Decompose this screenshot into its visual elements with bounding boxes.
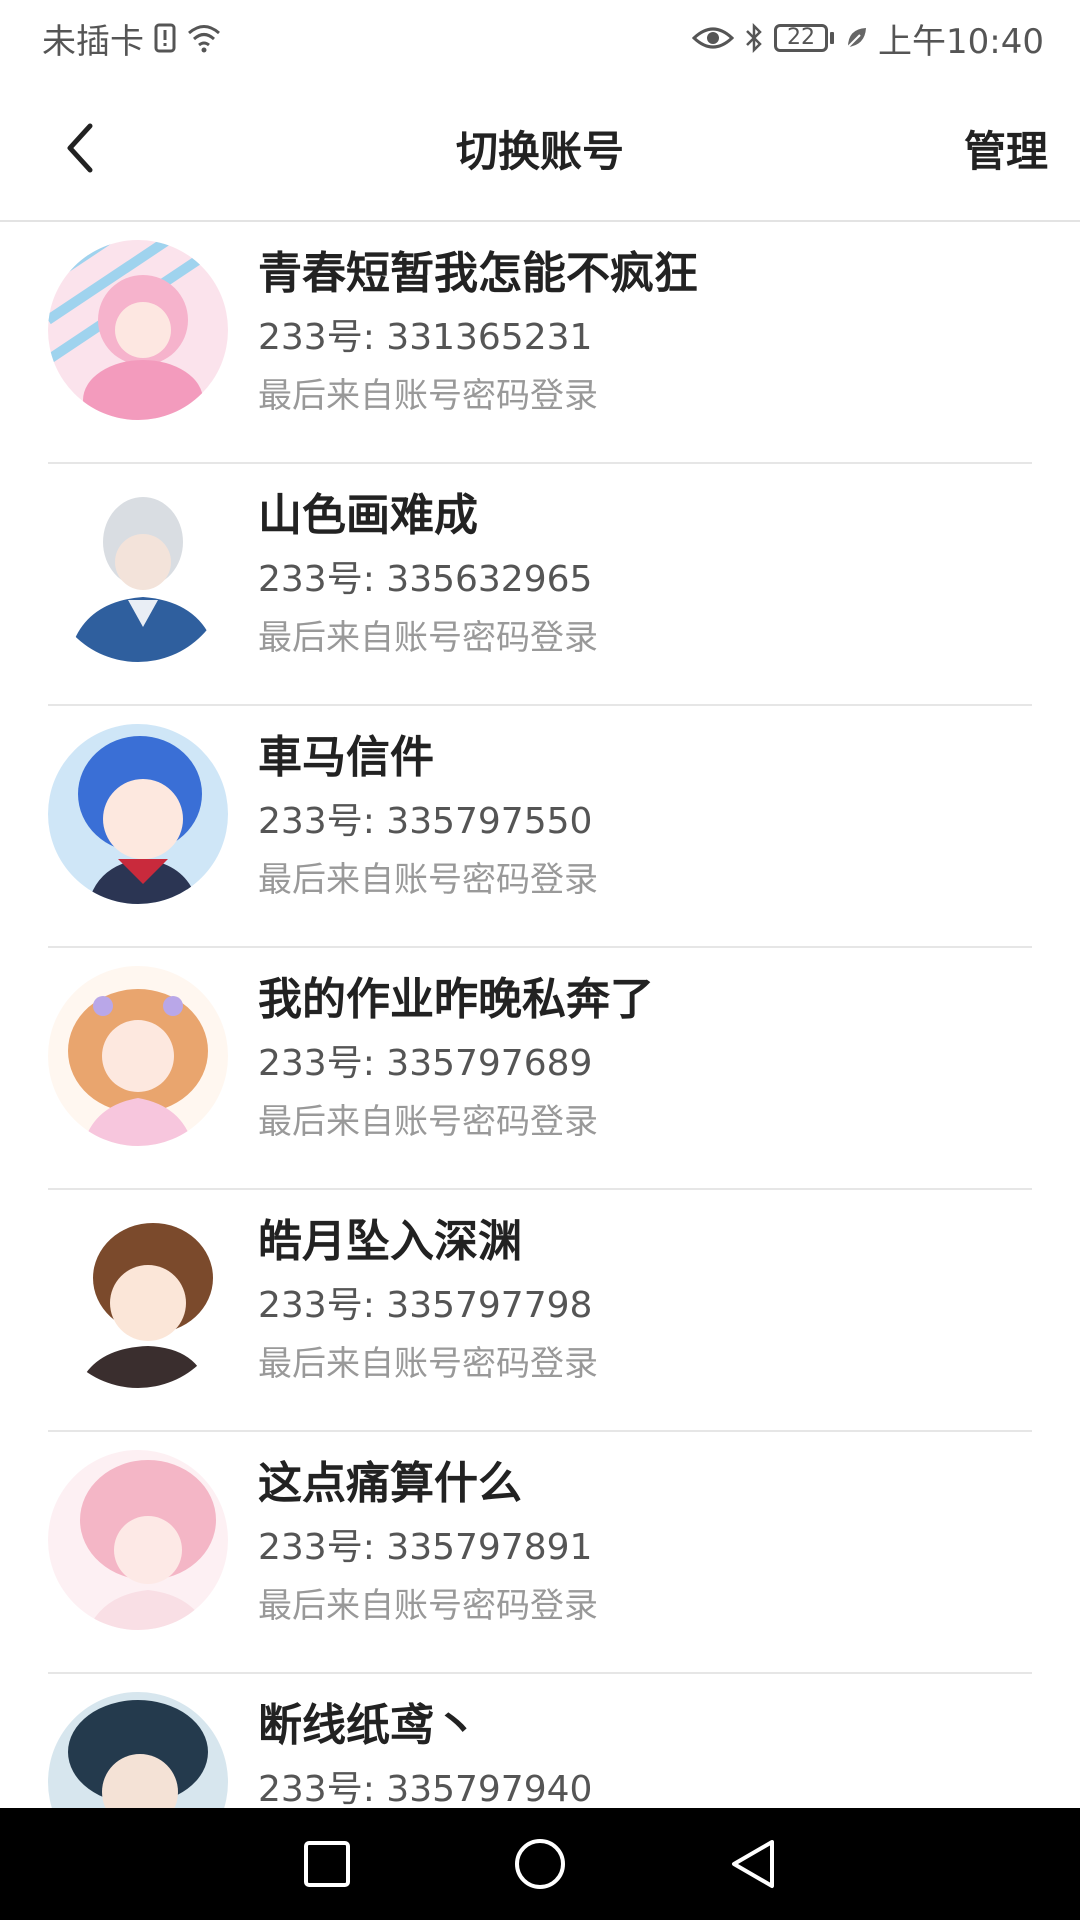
status-right: 22 上午10:40	[692, 14, 1044, 63]
account-item[interactable]: 車马信件 233号: 335797550 最后来自账号密码登录	[0, 706, 1080, 948]
eye-icon	[692, 24, 735, 52]
account-name: 断线纸鸢丶	[258, 1700, 478, 1751]
avatar	[48, 482, 228, 662]
recents-button[interactable]	[297, 1834, 357, 1894]
chevron-left-icon	[67, 123, 93, 173]
account-id: 233号: 335797940	[258, 1769, 593, 1808]
system-nav-bar	[0, 1808, 1080, 1920]
account-id: 233号: 335632965	[258, 559, 593, 600]
bluetooth-icon	[744, 22, 764, 54]
account-id: 233号: 331365231	[258, 317, 593, 358]
account-item[interactable]: 断线纸鸢丶 233号: 335797940	[0, 1674, 1080, 1808]
battery-level: 22	[774, 24, 829, 52]
account-last-login: 最后来自账号密码登录	[258, 618, 598, 658]
page-title: 切换账号	[455, 126, 624, 176]
account-last-login: 最后来自账号密码登录	[258, 1102, 598, 1142]
account-info: 我的作业昨晚私奔了 233号: 335797689 最后来自账号密码登录	[258, 968, 654, 1150]
account-name: 我的作业昨晚私奔了	[258, 974, 654, 1025]
avatar	[48, 1450, 228, 1630]
account-id: 233号: 335797891	[258, 1527, 593, 1568]
avatar	[48, 1692, 228, 1808]
account-last-login: 最后来自账号密码登录	[258, 1586, 598, 1626]
account-info: 断线纸鸢丶 233号: 335797940	[258, 1694, 592, 1808]
status-bar: 未插卡 22 上午10:40	[0, 0, 1080, 76]
battery-icon: 22	[774, 24, 835, 52]
account-last-login: 最后来自账号密码登录	[258, 860, 598, 900]
account-item[interactable]: 我的作业昨晚私奔了 233号: 335797689 最后来自账号密码登录	[0, 948, 1080, 1190]
account-item[interactable]: 皓月坠入深渊 233号: 335797798 最后来自账号密码登录	[0, 1190, 1080, 1432]
account-item[interactable]: 山色画难成 233号: 335632965 最后来自账号密码登录	[0, 464, 1080, 706]
account-id: 233号: 335797550	[258, 801, 593, 842]
manage-button[interactable]: 管理	[964, 118, 1048, 179]
header-bar: 切换账号 管理	[0, 76, 1080, 222]
status-left: 未插卡	[42, 14, 222, 63]
sim-alert-icon	[154, 23, 176, 53]
avatar	[48, 966, 228, 1146]
account-info: 山色画难成 233号: 335632965 最后来自账号密码登录	[258, 484, 598, 666]
avatar	[48, 1208, 228, 1388]
wifi-icon	[186, 23, 222, 53]
account-info: 車马信件 233号: 335797550 最后来自账号密码登录	[258, 726, 598, 908]
account-name: 青春短暂我怎能不疯狂	[258, 248, 698, 299]
account-list[interactable]: 青春短暂我怎能不疯狂 233号: 331365231 最后来自账号密码登录 山色…	[0, 222, 1080, 1808]
back-nav-button[interactable]	[723, 1834, 783, 1894]
account-item[interactable]: 青春短暂我怎能不疯狂 233号: 331365231 最后来自账号密码登录	[0, 222, 1080, 464]
account-name: 車马信件	[258, 732, 434, 783]
account-item[interactable]: 这点痛算什么 233号: 335797891 最后来自账号密码登录	[0, 1432, 1080, 1674]
clock-text: 上午10:40	[878, 21, 1044, 62]
account-info: 青春短暂我怎能不疯狂 233号: 331365231 最后来自账号密码登录	[258, 242, 698, 424]
account-name: 这点痛算什么	[258, 1458, 522, 1509]
square-icon	[303, 1841, 350, 1887]
leaf-icon	[844, 25, 868, 51]
avatar	[48, 724, 228, 904]
carrier-text: 未插卡	[42, 21, 144, 62]
account-name: 皓月坠入深渊	[258, 1216, 522, 1267]
account-id: 233号: 335797689	[258, 1043, 593, 1084]
account-name: 山色画难成	[258, 490, 478, 541]
account-last-login: 最后来自账号密码登录	[258, 1344, 598, 1384]
account-info: 这点痛算什么 233号: 335797891 最后来自账号密码登录	[258, 1452, 598, 1634]
avatar	[48, 240, 228, 420]
home-button[interactable]	[510, 1834, 570, 1894]
back-button[interactable]	[50, 118, 110, 178]
account-last-login: 最后来自账号密码登录	[258, 376, 598, 416]
triangle-back-icon	[732, 1840, 775, 1888]
circle-icon	[514, 1839, 565, 1889]
account-info: 皓月坠入深渊 233号: 335797798 最后来自账号密码登录	[258, 1210, 598, 1392]
account-id: 233号: 335797798	[258, 1285, 593, 1326]
